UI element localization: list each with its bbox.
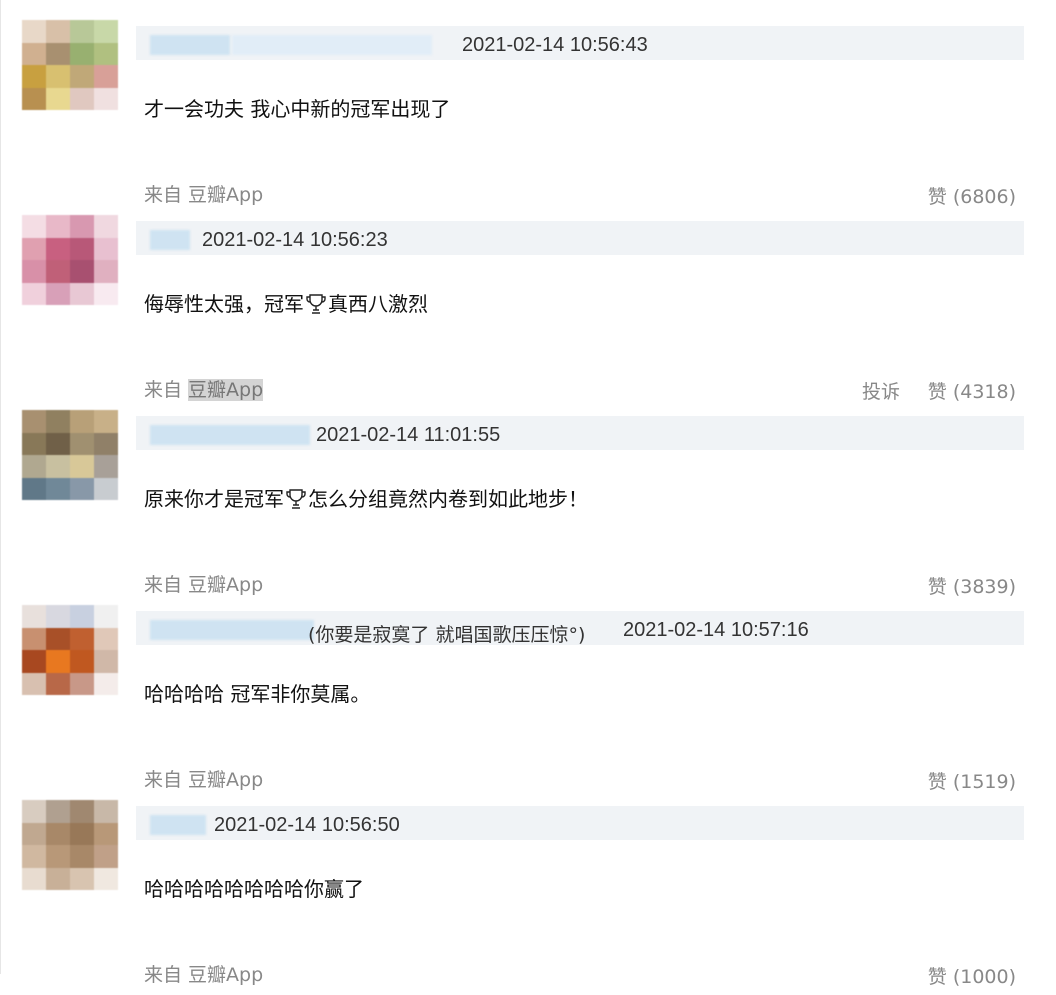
comment-text-part: 原来你才是冠军 xyxy=(144,487,284,511)
like-button[interactable]: 赞 (4318) xyxy=(928,377,1016,404)
comment-source: 来自 豆瓣App xyxy=(144,765,263,792)
comment-source: 来自 豆瓣App xyxy=(144,375,264,402)
comment-time: 2021-02-14 10:57:16 xyxy=(623,619,809,641)
comment-text: 原来你才是冠军 怎么分组竟然内卷到如此地步！ xyxy=(144,483,588,512)
comment-item: 2021-02-14 10:56:23 侮辱性太强，冠军 真西八激烈 来自 豆瓣Ap… xyxy=(0,215,1056,410)
comment-time: 2021-02-14 10:56:50 xyxy=(214,814,400,836)
comment-item: 2021-02-14 10:56:43 才一会功夫 我心中新的冠军出现了 来自豆… xyxy=(0,20,1056,215)
avatar[interactable] xyxy=(22,20,118,110)
like-button[interactable]: 赞 (1519) xyxy=(928,767,1016,794)
like-button[interactable]: 赞 (3839) xyxy=(928,572,1016,599)
source-app-link[interactable]: 豆瓣App xyxy=(188,964,263,986)
comment-time: 2021-02-14 10:56:23 xyxy=(202,229,388,251)
username[interactable] xyxy=(150,620,314,640)
comment-text: 侮辱性太强，冠军 真西八激烈 xyxy=(144,288,428,317)
comment-meta-bar: 2021-02-14 10:56:23 xyxy=(136,221,1024,255)
like-button[interactable]: 赞 (6806) xyxy=(928,182,1016,209)
trophy-icon xyxy=(286,489,306,509)
avatar[interactable] xyxy=(22,605,118,695)
username[interactable] xyxy=(150,815,206,835)
username-handle[interactable]: (你要是寂寞了 就唱国歌压压惊°) xyxy=(308,620,585,647)
avatar[interactable] xyxy=(22,215,118,305)
comment-source: 来自 豆瓣App xyxy=(144,180,263,207)
comment-item: 2021-02-14 10:56:50 哈哈哈哈哈哈哈哈你赢了 来自 豆瓣App … xyxy=(0,800,1056,995)
comment-text: 哈哈哈哈哈哈哈哈你赢了 xyxy=(144,877,364,901)
username[interactable] xyxy=(150,35,230,55)
source-app-link[interactable]: 豆瓣App xyxy=(188,769,263,791)
comment-text: 哈哈哈哈 冠军非你莫属。 xyxy=(144,682,371,706)
comment-item: 2021-02-14 11:01:55 原来你才是冠军 怎么分组竟然内卷到如此地步… xyxy=(0,410,1056,605)
comment-text-part: 怎么分组竟然内卷到如此地步！ xyxy=(308,487,588,511)
source-app-link[interactable]: 豆瓣App xyxy=(188,184,263,206)
comment-time: 2021-02-14 10:56:43 xyxy=(462,34,648,56)
comment-meta-bar: 2021-02-14 11:01:55 xyxy=(136,416,1024,450)
comment-text-part: 真西八激烈 xyxy=(328,292,428,316)
comment-meta-bar: (你要是寂寞了 就唱国歌压压惊°) 2021-02-14 10:57:16 xyxy=(136,611,1024,647)
avatar[interactable] xyxy=(22,800,118,890)
comment-item: (你要是寂寞了 就唱国歌压压惊°) 2021-02-14 10:57:16 哈哈… xyxy=(0,605,1056,800)
comment-text: 才一会功夫 我心中新的冠军出现了 xyxy=(144,97,451,121)
comment-meta-bar: 2021-02-14 10:56:50 xyxy=(136,806,1024,840)
avatar[interactable] xyxy=(22,410,118,500)
source-app-link[interactable]: 豆瓣App xyxy=(188,379,264,401)
source-label: 来自 xyxy=(144,574,183,596)
source-label: 来自 xyxy=(144,184,183,206)
source-label: 来自 xyxy=(144,964,183,986)
comment-source: 来自 豆瓣App xyxy=(144,570,263,597)
comment-time: 2021-02-14 11:01:55 xyxy=(316,424,501,446)
like-button[interactable]: 赞 (1000) xyxy=(928,962,1016,989)
username-blur xyxy=(232,35,432,55)
comment-text-part: 侮辱性太强，冠军 xyxy=(144,292,304,316)
report-button[interactable]: 投诉 xyxy=(862,377,900,404)
username[interactable] xyxy=(150,425,310,445)
username[interactable] xyxy=(150,230,190,250)
source-app-link[interactable]: 豆瓣App xyxy=(188,574,263,596)
source-label: 来自 xyxy=(144,379,183,401)
comment-meta-bar: 2021-02-14 10:56:43 xyxy=(136,26,1024,60)
source-label: 来自 xyxy=(144,769,183,791)
trophy-icon xyxy=(306,294,326,314)
